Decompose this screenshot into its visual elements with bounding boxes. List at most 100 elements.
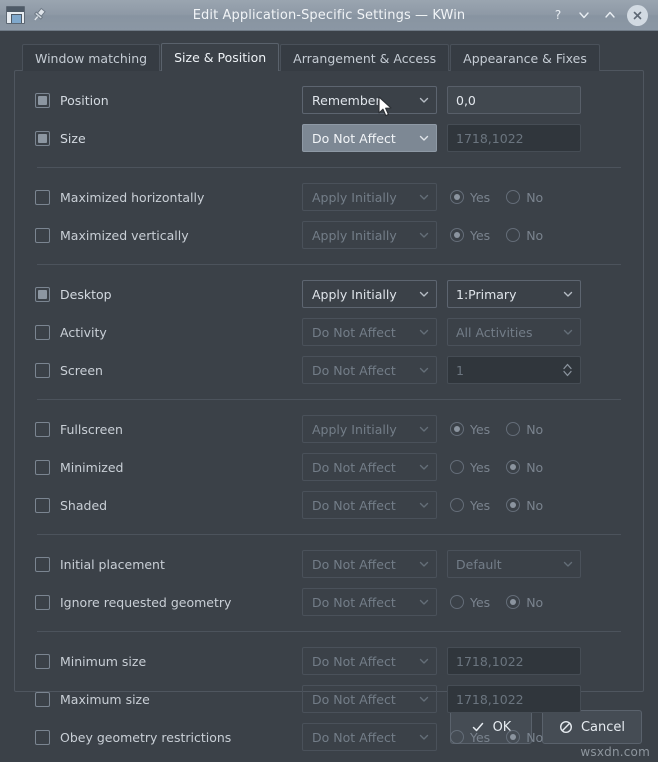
settings-panel: PositionRemember0,0SizeDo Not Affect1718… [14, 70, 644, 692]
value-combo-initial-placement[interactable]: Default [447, 550, 581, 578]
group-separator [37, 167, 621, 168]
value-input-position[interactable]: 0,0 [447, 86, 581, 114]
label-minimized: Minimized [60, 460, 124, 475]
policy-combo-value: Do Not Affect [312, 460, 396, 475]
policy-combo-ignore-requested-geometry[interactable]: Do Not Affect [302, 588, 437, 616]
checkbox-obey-geometry-restrictions[interactable] [35, 730, 50, 745]
label-minimum-size: Minimum size [60, 654, 146, 669]
radio-no-label: No [526, 595, 543, 610]
checkbox-minimum-size[interactable] [35, 654, 50, 669]
value-text: 1718,1022 [456, 654, 524, 669]
policy-combo-maximized-vertically[interactable]: Apply Initially [302, 221, 437, 249]
spinner-arrows-icon[interactable] [561, 362, 574, 378]
checkbox-maximized-vertically[interactable] [35, 228, 50, 243]
policy-combo-obey-geometry-restrictions[interactable]: Do Not Affect [302, 723, 437, 751]
radio-indicator [450, 228, 464, 242]
checkbox-position[interactable] [35, 93, 50, 108]
minimize-button[interactable] [575, 7, 592, 24]
pin-icon[interactable] [31, 7, 47, 23]
policy-combo-maximum-size[interactable]: Do Not Affect [302, 685, 437, 713]
radio-yes-minimized[interactable]: Yes [450, 460, 490, 475]
value-combo-desktop[interactable]: 1:Primary [447, 280, 581, 308]
chevron-down-icon [418, 132, 430, 144]
maximize-button[interactable] [601, 7, 618, 24]
policy-combo-fullscreen[interactable]: Apply Initially [302, 415, 437, 443]
radio-no-shaded[interactable]: No [506, 498, 543, 513]
tab-window-matching[interactable]: Window matching [22, 44, 160, 71]
radio-indicator [506, 730, 520, 744]
tab-size-position[interactable]: Size & Position [161, 43, 279, 71]
radio-no-maximized-horizontally[interactable]: No [506, 190, 543, 205]
policy-combo-minimized[interactable]: Do Not Affect [302, 453, 437, 481]
policy-combo-size[interactable]: Do Not Affect [302, 124, 437, 152]
setting-row-position: PositionRemember0,0 [25, 81, 633, 119]
checkbox-screen[interactable] [35, 363, 50, 378]
window-title: Edit Application-Specific Settings — KWi… [116, 8, 542, 23]
checkbox-maximized-horizontally[interactable] [35, 190, 50, 205]
value-combo-text: All Activities [456, 325, 533, 340]
radio-yes-label: Yes [470, 460, 490, 475]
tab-appearance-fixes[interactable]: Appearance & Fixes [450, 44, 600, 71]
settings-group: Minimum sizeDo Not Affect1718,1022Maximu… [25, 642, 633, 756]
setting-row-size: SizeDo Not Affect1718,1022 [25, 119, 633, 157]
policy-combo-value: Do Not Affect [312, 730, 396, 745]
radio-yes-ignore-requested-geometry[interactable]: Yes [450, 595, 490, 610]
value-input-minimum-size[interactable]: 1718,1022 [447, 647, 581, 675]
chevron-down-icon [418, 94, 430, 106]
radio-yes-fullscreen[interactable]: Yes [450, 422, 490, 437]
value-combo-activity[interactable]: All Activities [447, 318, 581, 346]
checkbox-shaded[interactable] [35, 498, 50, 513]
checkbox-desktop[interactable] [35, 287, 50, 302]
radio-no-obey-geometry-restrictions[interactable]: No [506, 730, 543, 745]
radio-no-minimized[interactable]: No [506, 460, 543, 475]
radio-yes-obey-geometry-restrictions[interactable]: Yes [450, 730, 490, 745]
radio-yes-label: Yes [470, 190, 490, 205]
radio-yes-label: Yes [470, 730, 490, 745]
radio-no-ignore-requested-geometry[interactable]: No [506, 595, 543, 610]
policy-combo-minimum-size[interactable]: Do Not Affect [302, 647, 437, 675]
tab-arrangement-access[interactable]: Arrangement & Access [280, 44, 449, 71]
checkbox-activity[interactable] [35, 325, 50, 340]
kwin-rules-dialog: Edit Application-Specific Settings — KWi… [0, 0, 658, 762]
value-spinbox-screen[interactable]: 1 [447, 356, 581, 384]
checkbox-minimized[interactable] [35, 460, 50, 475]
help-button[interactable]: ? [549, 7, 566, 24]
checkbox-fullscreen[interactable] [35, 422, 50, 437]
policy-combo-initial-placement[interactable]: Do Not Affect [302, 550, 437, 578]
policy-combo-screen[interactable]: Do Not Affect [302, 356, 437, 384]
radio-no-maximized-vertically[interactable]: No [506, 228, 543, 243]
radio-group-fullscreen: Yes No [447, 422, 581, 437]
value-text: 1718,1022 [456, 131, 524, 146]
settings-group: DesktopApply Initially1:PrimaryActivityD… [25, 275, 633, 389]
policy-combo-value: Do Not Affect [312, 692, 396, 707]
chevron-down-icon [418, 229, 430, 241]
window-settings-icon [6, 6, 25, 24]
policy-combo-position[interactable]: Remember [302, 86, 437, 114]
policy-combo-desktop[interactable]: Apply Initially [302, 280, 437, 308]
value-input-maximum-size[interactable]: 1718,1022 [447, 685, 581, 713]
checkbox-initial-placement[interactable] [35, 557, 50, 572]
policy-combo-maximized-horizontally[interactable]: Apply Initially [302, 183, 437, 211]
label-shaded: Shaded [60, 498, 107, 513]
chevron-down-icon [418, 693, 430, 705]
radio-no-fullscreen[interactable]: No [506, 422, 543, 437]
checkbox-ignore-requested-geometry[interactable] [35, 595, 50, 610]
close-button[interactable] [627, 5, 648, 26]
value-input-size[interactable]: 1718,1022 [447, 124, 581, 152]
radio-yes-maximized-vertically[interactable]: Yes [450, 228, 490, 243]
radio-yes-maximized-horizontally[interactable]: Yes [450, 190, 490, 205]
radio-yes-shaded[interactable]: Yes [450, 498, 490, 513]
radio-yes-label: Yes [470, 422, 490, 437]
policy-combo-activity[interactable]: Do Not Affect [302, 318, 437, 346]
radio-indicator [506, 228, 520, 242]
chevron-down-icon [418, 364, 430, 376]
policy-combo-shaded[interactable]: Do Not Affect [302, 491, 437, 519]
checkbox-maximum-size[interactable] [35, 692, 50, 707]
setting-row-minimized: Minimized Do Not Affect Yes No [25, 448, 633, 486]
setting-row-maximized-horizontally: Maximized horizontallyApply InitiallyYes… [25, 178, 633, 216]
setting-label-group: Ignore requested geometry [25, 595, 302, 610]
policy-combo-value: Apply Initially [312, 287, 397, 302]
setting-row-obey-geometry-restrictions: Obey geometry restrictionsDo Not AffectY… [25, 718, 633, 756]
policy-combo-value: Apply Initially [312, 190, 397, 205]
checkbox-size[interactable] [35, 131, 50, 146]
